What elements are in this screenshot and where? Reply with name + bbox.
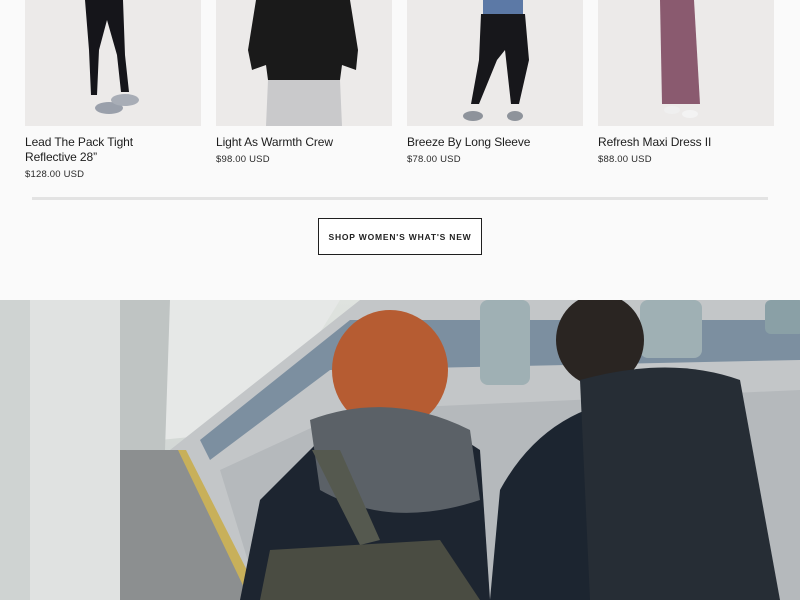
- product-image[interactable]: [407, 0, 583, 126]
- section-divider: [32, 197, 768, 200]
- product-image[interactable]: [25, 0, 201, 126]
- product-card[interactable]: Lead The Pack Tight Reflective 28” $128.…: [25, 0, 201, 180]
- product-name[interactable]: Lead The Pack Tight Reflective 28”: [25, 135, 201, 165]
- product-name[interactable]: Refresh Maxi Dress II: [598, 135, 774, 150]
- shop-womens-whats-new-button[interactable]: SHOP WOMEN'S WHAT'S NEW: [318, 218, 482, 255]
- hero-image: [0, 300, 800, 600]
- product-price: $128.00 USD: [25, 169, 85, 180]
- product-name-line[interactable]: Reflective 28”: [25, 150, 201, 165]
- product-card[interactable]: Light As Warmth Crew $98.00 USD: [216, 0, 392, 165]
- product-price: $98.00 USD: [216, 154, 270, 165]
- product-image[interactable]: [216, 0, 392, 126]
- product-card[interactable]: Refresh Maxi Dress II $88.00 USD: [598, 0, 774, 165]
- product-image[interactable]: [598, 0, 774, 126]
- product-price: $78.00 USD: [407, 154, 461, 165]
- product-card[interactable]: Breeze By Long Sleeve $78.00 USD: [407, 0, 583, 165]
- product-grid: Lead The Pack Tight Reflective 28” $128.…: [25, 0, 775, 190]
- product-name[interactable]: Light As Warmth Crew: [216, 135, 392, 150]
- product-price: $88.00 USD: [598, 154, 652, 165]
- product-name[interactable]: Breeze By Long Sleeve: [407, 135, 583, 150]
- product-name-line[interactable]: Lead The Pack Tight: [25, 135, 201, 150]
